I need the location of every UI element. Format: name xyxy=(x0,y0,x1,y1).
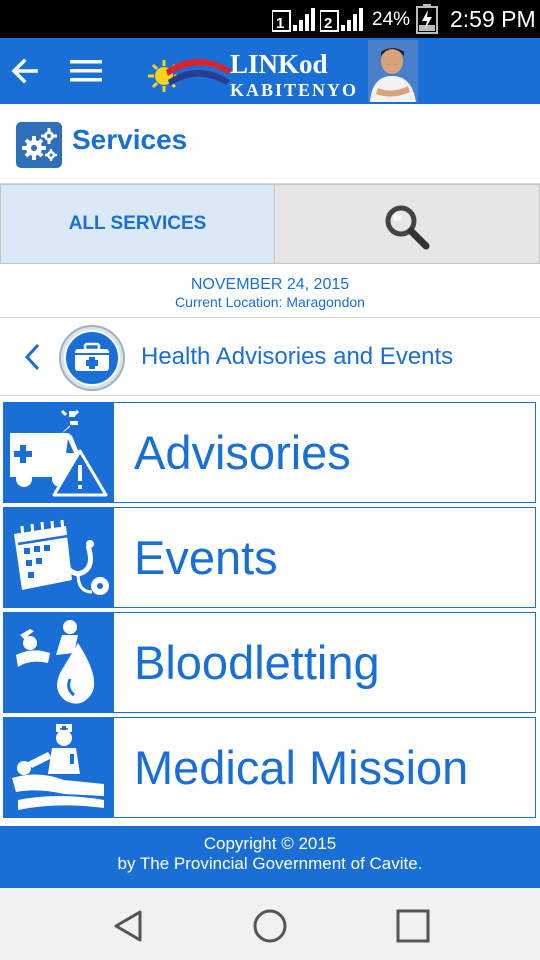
app-bar: LINKod KABITENYO xyxy=(0,38,540,104)
menu-item-label: Bloodletting xyxy=(134,636,380,689)
hamburger-menu-icon[interactable] xyxy=(68,54,104,88)
nav-back-icon[interactable] xyxy=(108,906,148,946)
calendar-stethoscope-icon xyxy=(14,519,109,595)
menu-item-events[interactable]: Events xyxy=(3,507,536,608)
governor-portrait xyxy=(368,40,418,102)
clock: 2:59 PM xyxy=(450,6,536,32)
nav-recents-icon[interactable] xyxy=(393,906,433,946)
svg-text:1: 1 xyxy=(276,15,284,32)
service-tabs: ALL SERVICES xyxy=(0,184,540,264)
medical-mission-icon xyxy=(12,724,104,810)
page-title: Services xyxy=(72,124,188,155)
battery-charging-icon xyxy=(416,4,438,34)
system-nav-bar xyxy=(0,888,540,960)
linkod-kabitenyo-logo: LINKod KABITENYO xyxy=(148,40,418,102)
current-date: NOVEMBER 24, 2015 xyxy=(190,276,350,293)
medical-kit-icon xyxy=(59,325,125,391)
gears-icon xyxy=(16,122,62,168)
signal-strength-icon: 1 xyxy=(272,8,315,32)
search-icon xyxy=(385,205,430,250)
tab-all-services-label: ALL SERVICES xyxy=(68,213,207,234)
blood-donation-icon xyxy=(16,620,95,704)
footer: Copyright © 2015 by The Provincial Gover… xyxy=(0,826,540,888)
svg-text:2: 2 xyxy=(324,15,332,32)
tab-all-services[interactable]: ALL SERVICES xyxy=(0,184,275,264)
copyright-owner: by The Provincial Government of Cavite. xyxy=(117,854,423,873)
svg-text:KABITENYO: KABITENYO xyxy=(230,80,358,100)
menu-item-medical-mission[interactable]: Medical Mission xyxy=(3,717,536,818)
menu-item-label: Events xyxy=(134,531,278,584)
svg-text:LINKod: LINKod xyxy=(230,49,328,79)
menu-item-advisories[interactable]: Advisories xyxy=(3,402,536,503)
date-location-info: NOVEMBER 24, 2015 Current Location: Mara… xyxy=(0,264,540,318)
current-location: Current Location: Maragondon xyxy=(175,294,365,310)
copyright-text: Copyright © 2015 xyxy=(203,834,337,853)
category-header: Health Advisories and Events xyxy=(0,318,540,396)
menu-item-label: Advisories xyxy=(134,426,351,479)
signal-strength-icon-2: 2 xyxy=(320,8,363,32)
battery-percent: 24% xyxy=(372,9,411,30)
menu-item-label: Medical Mission xyxy=(134,741,469,794)
chevron-left-icon[interactable] xyxy=(20,340,46,374)
category-title: Health Advisories and Events xyxy=(141,343,454,370)
ambulance-warning-icon xyxy=(10,409,108,497)
status-bar: 1 2 24% 2:59 PM xyxy=(0,0,540,38)
arrow-left-icon[interactable] xyxy=(8,52,42,90)
nav-home-icon[interactable] xyxy=(250,906,290,946)
tab-search[interactable] xyxy=(275,184,540,264)
services-header: Services xyxy=(0,104,540,184)
menu-item-bloodletting[interactable]: Bloodletting xyxy=(3,612,536,713)
